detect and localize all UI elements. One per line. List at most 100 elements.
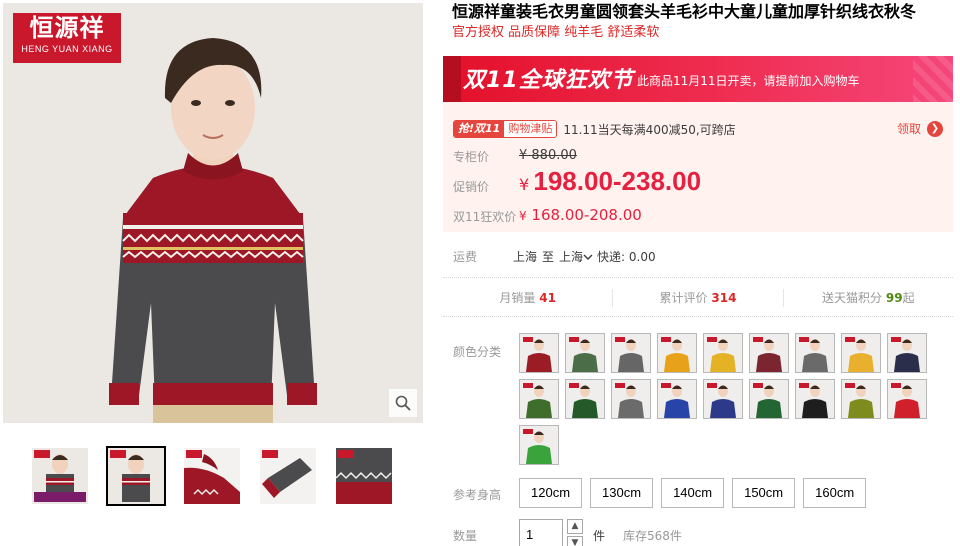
shipping-courier: 快递: 0.00 <box>597 250 656 264</box>
swatch-logo <box>523 337 533 342</box>
brand-logo-name-en: HENG YUAN XIANG <box>21 44 113 54</box>
thumbnail-logo <box>186 450 202 458</box>
chevron-right-icon: ❯ <box>927 120 943 137</box>
swatch-logo <box>523 383 533 388</box>
size-option[interactable]: 140cm <box>661 478 725 508</box>
size-label: 参考身高 <box>453 488 502 502</box>
stat-label: 累计评价 <box>659 291 708 305</box>
allowance-tag-right: 购物津贴 <box>504 121 557 137</box>
divider <box>443 277 953 278</box>
swatch-logo <box>615 383 625 388</box>
swatch-logo <box>569 337 579 342</box>
stock-count: 库存568件 <box>623 529 682 543</box>
event-price-label: 双11狂欢价 <box>453 210 517 224</box>
swatch-logo <box>569 383 579 388</box>
banner-logo-text: 双11全球狂欢节 <box>463 68 634 93</box>
quantity-unit: 件 <box>593 529 606 543</box>
shipping-dest-select[interactable]: 上海 <box>559 248 593 265</box>
banner-decoration <box>913 56 953 102</box>
double11-banner[interactable]: 双11全球狂欢节 此商品11月11日开卖，请提前加入购物车 <box>443 56 953 102</box>
stat-reviews[interactable]: 累计评价 314 <box>613 289 784 307</box>
color-swatch[interactable] <box>749 333 789 373</box>
price-panel: 抢!双11 购物津贴 11.11当天每满400减50,可跨店 领取 ❯ 专柜价 … <box>443 102 953 232</box>
allowance-tag: 抢!双11 购物津贴 <box>453 120 558 138</box>
size-option[interactable]: 130cm <box>590 478 654 508</box>
swatch-logo <box>615 337 625 342</box>
event-price: ¥ 168.00-208.00 <box>519 206 642 224</box>
stat-points: 送天猫积分 99起 <box>784 289 953 307</box>
promo-price-label: 促销价 <box>453 180 490 194</box>
shipping-label: 运费 <box>453 250 478 264</box>
swatch-logo <box>661 337 671 342</box>
color-swatch[interactable] <box>841 379 881 419</box>
stat-monthly-sales: 月销量 41 <box>443 289 614 307</box>
swatch-logo <box>707 383 717 388</box>
shipping-to: 至 <box>542 250 555 264</box>
quantity-input[interactable] <box>519 519 563 546</box>
allowance-desc: 11.11当天每满400减50,可跨店 <box>563 122 736 137</box>
stat-label: 送天猫积分 <box>822 291 883 305</box>
swatch-logo <box>891 383 901 388</box>
stat-value: 314 <box>711 291 737 305</box>
color-swatch[interactable] <box>611 379 651 419</box>
color-swatch[interactable] <box>887 379 927 419</box>
size-option[interactable]: 150cm <box>732 478 796 508</box>
stat-label: 月销量 <box>499 291 536 305</box>
product-photo <box>3 3 423 423</box>
swatch-logo <box>799 337 809 342</box>
promo-price-value: 198.00-238.00 <box>533 166 702 196</box>
swatch-logo <box>523 429 533 434</box>
size-options: 120cm 130cm 140cm 150cm 160cm <box>519 478 867 508</box>
quantity-stepper: ▲ ▼ 件 库存568件 <box>519 519 682 546</box>
main-product-image[interactable]: 恒源祥 HENG YUAN XIANG <box>3 3 423 423</box>
banner-decoration <box>443 56 461 102</box>
size-option[interactable]: 160cm <box>803 478 867 508</box>
color-swatch[interactable] <box>657 379 697 419</box>
color-swatch[interactable] <box>841 333 881 373</box>
thumbnail-4[interactable] <box>258 446 318 506</box>
currency-symbol: ¥ <box>519 175 530 194</box>
thumbnail-1[interactable] <box>30 446 90 506</box>
orig-price: ¥ 880.00 <box>519 148 577 163</box>
thumbnail-logo <box>110 450 126 458</box>
zoom-icon[interactable] <box>389 389 417 417</box>
color-label: 颜色分类 <box>453 345 502 359</box>
divider <box>443 316 953 317</box>
color-swatch[interactable] <box>565 379 605 419</box>
color-swatch[interactable] <box>887 333 927 373</box>
stepper-buttons: ▲ ▼ <box>567 519 583 546</box>
color-swatch[interactable] <box>703 379 743 419</box>
banner-note: 此商品11月11日开卖，请提前加入购物车 <box>637 74 860 88</box>
thumbnail-3[interactable] <box>182 446 242 506</box>
color-swatch[interactable] <box>795 379 835 419</box>
color-swatch[interactable] <box>519 425 559 465</box>
allowance-tag-left: 抢!双11 <box>454 121 505 137</box>
increase-button[interactable]: ▲ <box>567 519 583 534</box>
thumbnail-logo <box>262 450 278 458</box>
color-swatch[interactable] <box>519 333 559 373</box>
size-option[interactable]: 120cm <box>519 478 583 508</box>
claim-allowance-button[interactable]: 领取 ❯ <box>897 120 943 137</box>
swatch-logo <box>799 383 809 388</box>
shipping-dest: 上海 <box>559 250 584 264</box>
swatch-logo <box>707 337 717 342</box>
color-swatch[interactable] <box>749 379 789 419</box>
color-swatch[interactable] <box>519 379 559 419</box>
stat-suffix: 起 <box>902 291 915 305</box>
stat-value: 99 <box>885 291 903 305</box>
product-subtitle: 官方授权 品质保障 纯羊毛 舒适柔软 <box>452 25 660 40</box>
swatch-logo <box>891 337 901 342</box>
shipping-row: 运费 上海 至 上海 快递: 0.00 <box>453 248 656 265</box>
color-swatch[interactable] <box>703 333 743 373</box>
decrease-button[interactable]: ▼ <box>567 536 583 546</box>
color-swatch[interactable] <box>657 333 697 373</box>
swatch-logo <box>753 337 763 342</box>
color-swatch[interactable] <box>611 333 651 373</box>
color-swatch[interactable] <box>565 333 605 373</box>
thumbnail-2[interactable] <box>106 446 166 506</box>
thumbnail-5[interactable] <box>334 446 394 506</box>
product-title: 恒源祥童装毛衣男童圆领套头羊毛衫中大童儿童加厚针织线衣秋冬 <box>452 4 917 21</box>
brand-logo-name: 恒源祥 <box>29 13 105 42</box>
color-swatch[interactable] <box>795 333 835 373</box>
swatch-logo <box>753 383 763 388</box>
